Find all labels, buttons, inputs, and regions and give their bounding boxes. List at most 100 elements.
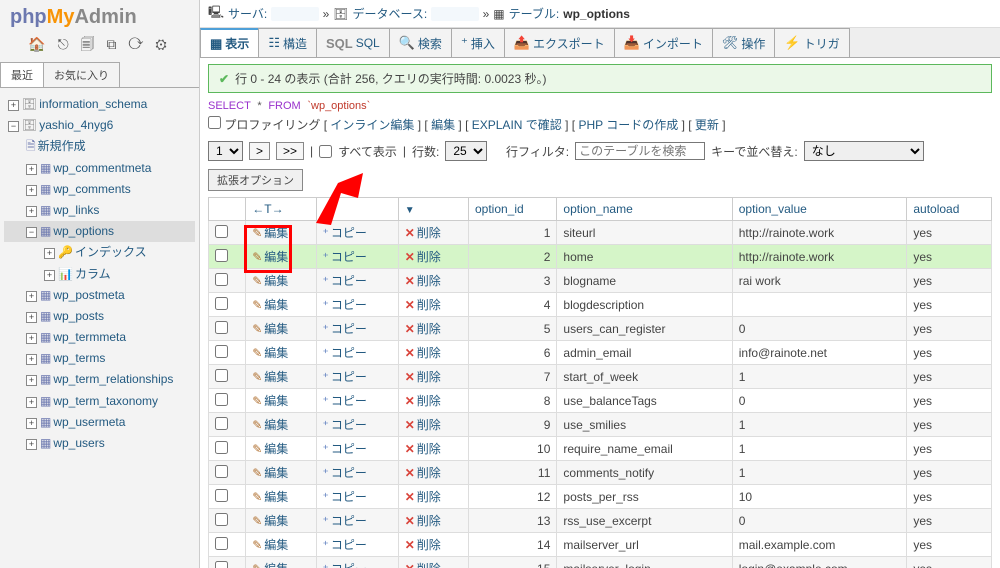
row-checkbox[interactable] bbox=[215, 297, 228, 310]
sql-icon[interactable]: ⧉ bbox=[107, 36, 121, 52]
tree-toggle[interactable]: + bbox=[26, 312, 37, 323]
tree-toggle[interactable]: + bbox=[26, 291, 37, 302]
tree-toggle[interactable]: + bbox=[26, 354, 37, 365]
tree-table-link[interactable]: wp_termmeta bbox=[53, 330, 126, 344]
row-checkbox[interactable] bbox=[215, 249, 228, 262]
tree-table-link[interactable]: wp_term_taxonomy bbox=[53, 394, 158, 408]
tab-operations[interactable]: 🛠操作 bbox=[712, 28, 776, 57]
tree-table-link[interactable]: wp_commentmeta bbox=[53, 161, 151, 175]
col-autoload[interactable]: autoload bbox=[907, 198, 992, 221]
tree-table-link[interactable]: wp_links bbox=[53, 203, 99, 217]
rows-select[interactable]: 25 bbox=[445, 141, 487, 161]
delete-link[interactable]: ✕削除 bbox=[405, 536, 441, 553]
delete-link[interactable]: ✕削除 bbox=[405, 320, 441, 337]
tree-toggle[interactable]: + bbox=[26, 397, 37, 408]
delete-link[interactable]: ✕削除 bbox=[405, 248, 441, 265]
tree-table-link[interactable]: wp_comments bbox=[53, 182, 130, 196]
edit-link[interactable]: ✎編集 bbox=[252, 344, 288, 361]
delete-link[interactable]: ✕削除 bbox=[405, 464, 441, 481]
delete-link[interactable]: ✕削除 bbox=[405, 488, 441, 505]
row-checkbox[interactable] bbox=[215, 321, 228, 334]
row-checkbox[interactable] bbox=[215, 345, 228, 358]
copy-link[interactable]: ⁺コピー bbox=[323, 296, 367, 313]
action-edit[interactable]: 編集 bbox=[431, 118, 455, 132]
home-icon[interactable]: 🏠 bbox=[28, 36, 49, 52]
action-refresh[interactable]: 更新 bbox=[695, 118, 719, 132]
tree-toggle[interactable]: + bbox=[26, 333, 37, 344]
action-inline-edit[interactable]: インライン編集 bbox=[330, 118, 414, 132]
edit-link[interactable]: ✎編集 bbox=[252, 560, 288, 568]
row-checkbox[interactable] bbox=[215, 225, 228, 238]
db-link[interactable]: yashio_4nyg6 bbox=[39, 118, 113, 132]
tree-toggle[interactable]: + bbox=[8, 100, 19, 111]
copy-link[interactable]: ⁺コピー bbox=[323, 320, 367, 337]
reload-icon[interactable]: ⟳ bbox=[128, 36, 147, 52]
delete-link[interactable]: ✕削除 bbox=[405, 416, 441, 433]
edit-link[interactable]: ✎編集 bbox=[252, 368, 288, 385]
profiling-checkbox[interactable] bbox=[208, 116, 221, 129]
sortkey-select[interactable]: なし bbox=[804, 141, 924, 161]
tree-table-link[interactable]: wp_options bbox=[53, 224, 114, 238]
row-checkbox[interactable] bbox=[215, 465, 228, 478]
tab-structure[interactable]: ☷構造 bbox=[258, 28, 317, 57]
edit-link[interactable]: ✎編集 bbox=[252, 512, 288, 529]
col-option-id[interactable]: option_id bbox=[468, 198, 556, 221]
action-php[interactable]: PHP コードの作成 bbox=[578, 118, 678, 132]
action-explain[interactable]: EXPLAIN で確認 bbox=[472, 118, 562, 132]
row-checkbox[interactable] bbox=[215, 489, 228, 502]
copy-link[interactable]: ⁺コピー bbox=[323, 272, 367, 289]
tab-import[interactable]: 📥インポート bbox=[614, 28, 713, 57]
logout-icon[interactable]: ⎋ bbox=[58, 36, 73, 52]
breadcrumb-db[interactable] bbox=[431, 7, 478, 21]
delete-link[interactable]: ✕削除 bbox=[405, 224, 441, 241]
tree-table-link[interactable]: wp_users bbox=[53, 436, 104, 450]
tree-table-link[interactable]: wp_terms bbox=[53, 351, 105, 365]
dropdown-icon[interactable]: ▼ bbox=[405, 205, 415, 216]
last-page-button[interactable]: >> bbox=[276, 142, 304, 160]
row-checkbox[interactable] bbox=[215, 417, 228, 430]
row-checkbox[interactable] bbox=[215, 441, 228, 454]
tree-toggle[interactable]: + bbox=[26, 206, 37, 217]
copy-link[interactable]: ⁺コピー bbox=[323, 344, 367, 361]
settings-icon[interactable]: ⚙ bbox=[155, 36, 170, 52]
tab-browse[interactable]: ▦表示 bbox=[200, 28, 259, 57]
tree-table-link[interactable]: wp_term_relationships bbox=[53, 372, 173, 386]
tree-table-link[interactable]: wp_usermeta bbox=[53, 415, 125, 429]
tree-toggle[interactable]: + bbox=[26, 375, 37, 386]
tree-toggle[interactable]: + bbox=[26, 418, 37, 429]
expand-options-button[interactable]: 拡張オプション bbox=[208, 169, 303, 191]
tab-favorites[interactable]: お気に入り bbox=[43, 62, 120, 87]
delete-link[interactable]: ✕削除 bbox=[405, 512, 441, 529]
row-checkbox[interactable] bbox=[215, 369, 228, 382]
delete-link[interactable]: ✕削除 bbox=[405, 296, 441, 313]
edit-link[interactable]: ✎編集 bbox=[252, 248, 288, 265]
tab-search[interactable]: 🔍検索 bbox=[389, 28, 452, 57]
tree-toggle[interactable]: + bbox=[44, 248, 55, 259]
docs-icon[interactable]: 🗐 bbox=[81, 36, 99, 52]
tab-insert[interactable]: ⁺挿入 bbox=[451, 28, 505, 57]
tree-table-link[interactable]: wp_posts bbox=[53, 309, 104, 323]
sort-header[interactable]: ←T→ bbox=[246, 198, 316, 221]
tree-indexes[interactable]: インデックス bbox=[75, 245, 147, 259]
delete-link[interactable]: ✕削除 bbox=[405, 560, 441, 568]
show-all-checkbox[interactable] bbox=[319, 145, 332, 158]
next-page-button[interactable]: > bbox=[249, 142, 270, 160]
page-select[interactable]: 1 bbox=[208, 141, 243, 161]
copy-link[interactable]: ⁺コピー bbox=[323, 560, 367, 568]
copy-link[interactable]: ⁺コピー bbox=[323, 440, 367, 457]
edit-link[interactable]: ✎編集 bbox=[252, 536, 288, 553]
edit-link[interactable]: ✎編集 bbox=[252, 272, 288, 289]
tree-toggle[interactable]: + bbox=[26, 185, 37, 196]
tree-toggle[interactable]: − bbox=[26, 227, 37, 238]
row-checkbox[interactable] bbox=[215, 537, 228, 550]
delete-link[interactable]: ✕削除 bbox=[405, 272, 441, 289]
copy-link[interactable]: ⁺コピー bbox=[323, 368, 367, 385]
tree-columns[interactable]: カラム bbox=[75, 267, 111, 281]
copy-link[interactable]: ⁺コピー bbox=[323, 512, 367, 529]
breadcrumb-server[interactable] bbox=[271, 7, 318, 21]
breadcrumb-table[interactable]: wp_options bbox=[563, 7, 630, 21]
row-checkbox[interactable] bbox=[215, 561, 228, 568]
delete-link[interactable]: ✕削除 bbox=[405, 392, 441, 409]
db-link[interactable]: information_schema bbox=[39, 97, 147, 111]
tab-recent[interactable]: 最近 bbox=[0, 62, 44, 87]
